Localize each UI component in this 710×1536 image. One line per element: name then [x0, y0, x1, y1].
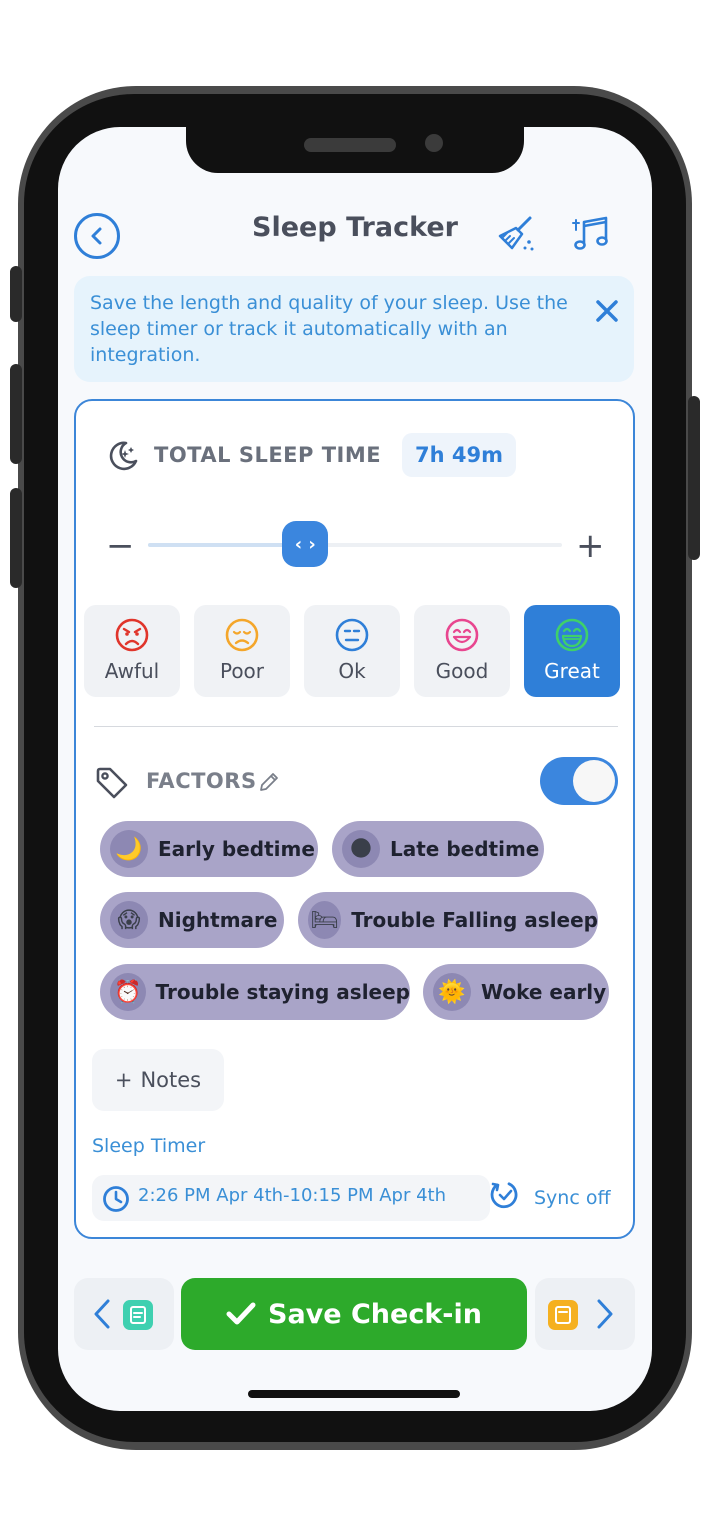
factor-chip[interactable]: 🌑 Late bedtime	[332, 821, 544, 877]
music-button[interactable]	[570, 212, 614, 256]
sleep-slider-track[interactable]	[148, 543, 562, 547]
home-indicator[interactable]	[248, 1390, 460, 1398]
decrease-sleep-button[interactable]: −	[106, 529, 135, 563]
factor-chip[interactable]: ⏰ Trouble staying asleep	[100, 964, 410, 1020]
chevron-left-icon	[94, 1299, 110, 1329]
music-notes-icon	[572, 216, 608, 250]
sad-face-icon	[225, 618, 259, 652]
total-sleep-value: 7h 49m	[402, 433, 516, 477]
factor-chip[interactable]: 🛏 Trouble Falling asleep	[298, 892, 598, 948]
mug-icon	[548, 1300, 578, 1330]
mood-selector: Awful Poor Ok Good Great	[84, 605, 620, 697]
chip-label: Trouble staying asleep	[155, 980, 410, 1004]
sleep-slider-thumb[interactable]: ‹ ›	[282, 521, 329, 567]
factor-chip[interactable]: 🌞 Woke early	[423, 964, 609, 1020]
tag-icon	[94, 765, 130, 801]
divider	[94, 726, 618, 727]
front-camera	[425, 134, 443, 152]
close-icon	[596, 300, 618, 322]
mood-great[interactable]: Great	[524, 605, 620, 697]
factor-chip[interactable]: 🌙 Early bedtime	[100, 821, 318, 877]
moon-stars-icon	[106, 439, 140, 473]
speaker-grille	[304, 138, 396, 152]
chevron-left-icon	[91, 227, 102, 245]
chip-label: Early bedtime	[158, 837, 315, 861]
sleep-card: TOTAL SLEEP TIME 7h 49m − ‹ › + Awful Po…	[74, 399, 635, 1239]
chip-label: Nightmare	[158, 908, 278, 932]
alarm-clock-emoji-icon: ⏰	[110, 973, 146, 1011]
save-label: Save Check-in	[268, 1298, 482, 1330]
mood-awful[interactable]: Awful	[84, 605, 180, 697]
mood-label: Great	[544, 659, 600, 683]
grinning-face-icon	[555, 618, 589, 652]
silent-switch	[10, 266, 22, 322]
back-button[interactable]	[74, 213, 120, 259]
volume-up-button	[10, 364, 22, 464]
scream-emoji-icon: 😱	[110, 901, 148, 939]
volume-down-button	[10, 488, 22, 588]
chip-label: Late bedtime	[390, 837, 540, 861]
journal-icon	[123, 1300, 153, 1330]
mood-good[interactable]: Good	[414, 605, 510, 697]
mood-label: Poor	[219, 659, 265, 683]
page-title: Sleep Tracker	[252, 212, 458, 243]
sun-emoji-icon: 🌞	[433, 973, 471, 1011]
mood-label: Ok	[338, 659, 366, 683]
factors-label: FACTORS	[146, 769, 257, 793]
chip-label: Woke early	[481, 980, 607, 1004]
timer-range-text: 2:26 PM Apr 4th-10:15 PM Apr 4th	[138, 1185, 447, 1206]
sleep-timer-link[interactable]: Sleep Timer	[92, 1135, 205, 1157]
mood-ok[interactable]: Ok	[304, 605, 400, 697]
angry-face-icon	[115, 618, 149, 652]
notes-label: Notes	[140, 1068, 202, 1092]
info-banner: Save the length and quality of your slee…	[74, 276, 634, 382]
moon-emoji-icon: 🌙	[110, 830, 148, 868]
mood-poor[interactable]: Poor	[194, 605, 290, 697]
next-checkin-button[interactable]	[535, 1278, 635, 1350]
sleep-timer-range[interactable]: 2:26 PM Apr 4th-10:15 PM Apr 4th	[92, 1175, 490, 1221]
factors-toggle[interactable]	[540, 757, 618, 805]
mood-label: Good	[435, 659, 489, 683]
add-notes-button[interactable]: + Notes	[92, 1049, 224, 1111]
happy-face-icon	[445, 618, 479, 652]
toggle-knob	[573, 760, 615, 802]
increase-sleep-button[interactable]: +	[576, 529, 605, 563]
checkmark-icon	[226, 1302, 256, 1325]
broom-icon	[498, 216, 534, 251]
drag-arrows-icon: ‹ ›	[294, 533, 316, 555]
mood-label: Awful	[104, 659, 160, 683]
sync-icon[interactable]	[489, 1179, 521, 1211]
power-button	[688, 396, 700, 560]
sync-status[interactable]: Sync off	[534, 1187, 611, 1209]
plus-icon: +	[114, 1068, 133, 1092]
new-moon-emoji-icon: 🌑	[342, 830, 380, 868]
total-sleep-label: TOTAL SLEEP TIME	[154, 443, 382, 467]
pencil-icon[interactable]	[258, 771, 280, 793]
save-checkin-button[interactable]: Save Check-in	[181, 1278, 527, 1350]
close-banner-button[interactable]	[594, 298, 620, 324]
info-text: Save the length and quality of your slee…	[90, 292, 568, 366]
clock-icon	[103, 1186, 129, 1212]
neutral-face-icon	[335, 618, 369, 652]
broom-button[interactable]	[494, 212, 538, 256]
chip-label: Trouble Falling asleep	[351, 908, 598, 932]
bed-emoji-icon: 🛏	[308, 901, 342, 939]
chevron-right-icon	[597, 1299, 613, 1329]
factor-chip[interactable]: 😱 Nightmare	[100, 892, 284, 948]
previous-checkin-button[interactable]	[74, 1278, 174, 1350]
